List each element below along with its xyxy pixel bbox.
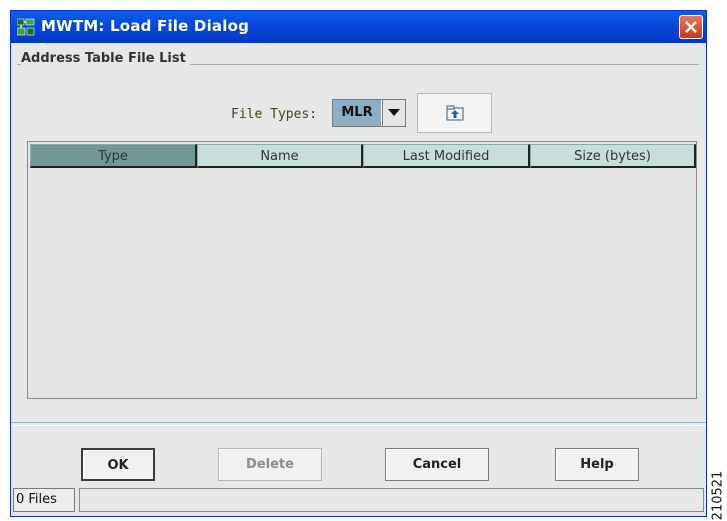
button-separator [11, 422, 706, 426]
window-title: MWTM: Load File Dialog [41, 17, 250, 35]
column-header-size[interactable]: Size (bytes) [530, 144, 696, 168]
file-table[interactable]: Type Name Last Modified Size (bytes) [27, 141, 697, 399]
title-bar[interactable]: MWTM: Load File Dialog [11, 11, 706, 43]
cancel-button[interactable]: Cancel [385, 448, 489, 481]
delete-button[interactable]: Delete [218, 448, 322, 481]
load-file-dialog: MWTM: Load File Dialog Address Table Fil… [10, 10, 707, 517]
browse-folder-button[interactable] [417, 93, 492, 133]
group-title: Address Table File List [21, 51, 190, 66]
file-count-status: 0 Files [13, 488, 75, 512]
file-types-select[interactable]: MLR [332, 99, 406, 127]
file-types-label: File Types: [231, 107, 318, 122]
figure-id-text: 210521 [710, 470, 726, 521]
column-header-name[interactable]: Name [197, 144, 363, 168]
folder-up-icon [446, 105, 464, 121]
close-icon [685, 21, 697, 33]
figure-id: 210521 [707, 470, 727, 521]
dropdown-button[interactable] [382, 100, 405, 126]
column-header-type[interactable]: Type [30, 144, 197, 168]
ok-button[interactable]: OK [81, 448, 155, 481]
table-header: Type Name Last Modified Size (bytes) [30, 144, 696, 171]
status-bar: 0 Files [11, 486, 706, 516]
chevron-down-icon [388, 109, 400, 116]
network-icon [17, 18, 35, 36]
help-button[interactable]: Help [555, 448, 639, 481]
file-types-selected-value: MLR [333, 100, 381, 126]
close-button[interactable] [679, 15, 703, 39]
column-header-last-modified[interactable]: Last Modified [363, 144, 530, 168]
status-message-area [79, 488, 704, 512]
